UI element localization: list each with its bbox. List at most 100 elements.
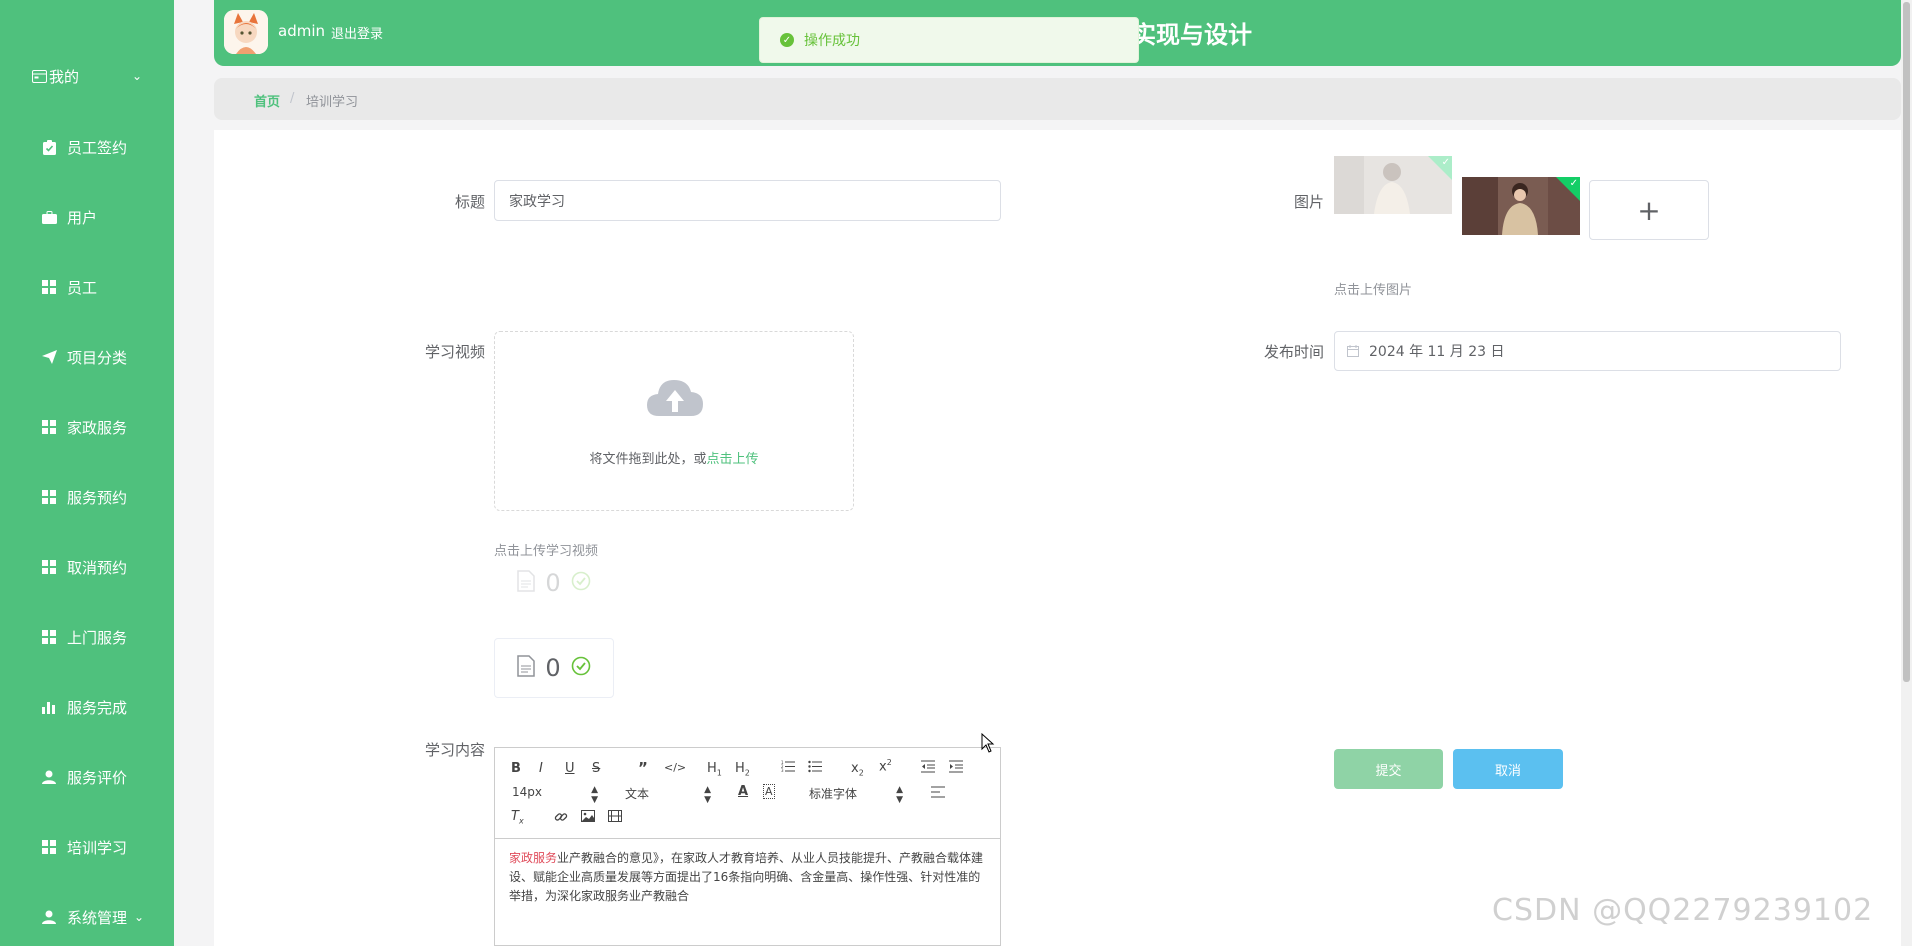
sidebar-item-service-complete[interactable]: 服务完成 — [0, 687, 174, 727]
sidebar-item-label: 员工签约 — [67, 138, 128, 157]
font-color-icon[interactable]: A — [738, 784, 748, 799]
check-circle-icon: ✓ — [780, 33, 794, 47]
heading-2-icon[interactable]: H2 — [735, 761, 750, 778]
video-icon[interactable] — [608, 810, 622, 826]
updown-icon: ▲ ▼ — [896, 785, 903, 805]
sidebar-item-employees[interactable]: 员工 — [0, 267, 174, 307]
subscript-icon[interactable]: x2 — [851, 761, 864, 778]
image-thumbnail-dragging[interactable]: ✓ — [1334, 156, 1452, 214]
image-upload-hint: 点击上传图片 — [1334, 283, 1413, 298]
sidebar-item-label: 服务完成 — [67, 698, 128, 717]
strikethrough-icon[interactable]: S — [592, 761, 600, 776]
check-circle-icon — [571, 656, 591, 680]
indent-icon[interactable] — [949, 760, 963, 777]
sidebar-item-service-review[interactable]: 服务评价 — [0, 757, 174, 797]
logout-link[interactable]: 退出登录 — [331, 23, 383, 42]
sidebar-item-label: 项目分类 — [67, 348, 128, 367]
block-type-select[interactable]: 文本 ▲ ▼ — [625, 785, 711, 805]
submit-button-label: 提交 — [1375, 763, 1402, 779]
sidebar-item-project-category[interactable]: 项目分类 — [0, 337, 174, 377]
calendar-icon — [1347, 345, 1359, 357]
page-title: 实现与设计 — [1132, 21, 1252, 49]
publish-date-picker[interactable]: 2024 年 11 月 23 日 — [1334, 331, 1841, 371]
editor-text: 业产教融合的意见》，在家政人才教育培养、从业人员技能提升、产教融合载体建设、赋能… — [509, 851, 984, 903]
title-input[interactable]: 家政学习 — [494, 180, 1001, 221]
sidebar-item-home-service[interactable]: 上门服务 — [0, 617, 174, 657]
font-size-value: 14px — [512, 785, 542, 799]
sidebar-item-label: 我的 — [49, 67, 80, 86]
underline-icon[interactable]: U — [565, 761, 575, 776]
sidebar-item-staff-contract[interactable]: 员工签约 — [0, 127, 174, 167]
username: admin — [278, 22, 325, 40]
updown-icon: ▲ ▼ — [704, 785, 711, 805]
code-icon[interactable]: </> — [664, 761, 686, 774]
wallet-icon — [30, 69, 48, 83]
title-label: 标题 — [454, 193, 485, 211]
uploaded-file-ghost: 0 — [494, 553, 614, 613]
link-icon[interactable] — [554, 810, 568, 828]
upload-instructions: 将文件拖到此处，或点击上传 — [495, 448, 853, 467]
font-size-select[interactable]: 14px ▲ ▼ — [512, 785, 598, 805]
sidebar-item-label: 用户 — [67, 208, 98, 227]
check-circle-icon — [571, 571, 591, 595]
editor-toolbar: B I U S ” </> H1 H2 123 x2 x2 14px ▲ ▼ 文本 ▲… — [495, 748, 1000, 839]
editor-content[interactable]: 家政服务业产教融合的意见》，在家政人才教育培养、从业人员技能提升、产教融合载体建… — [495, 839, 1000, 916]
cancel-button[interactable]: 取消 — [1453, 749, 1563, 789]
user-icon — [40, 910, 58, 924]
plus-icon: + — [1637, 193, 1661, 227]
image-thumbnail[interactable]: ✓ — [1462, 177, 1580, 235]
user-icon — [40, 770, 58, 784]
click-upload-link[interactable]: 点击上传 — [707, 452, 759, 467]
check-icon: ✓ — [1441, 157, 1450, 168]
bullet-list-icon[interactable] — [808, 760, 822, 777]
sidebar-item-users[interactable]: 用户 — [0, 197, 174, 237]
italic-icon[interactable]: I — [539, 761, 543, 776]
watermark: CSDN @QQ2279239102 — [1492, 893, 1874, 928]
sidebar-item-training[interactable]: 培训学习 — [0, 827, 174, 867]
avatar[interactable] — [224, 10, 268, 54]
file-icon — [517, 655, 536, 681]
image-icon[interactable] — [581, 810, 595, 826]
sidebar-item-cancel-booking[interactable]: 取消预约 — [0, 547, 174, 587]
mouse-cursor-icon — [981, 732, 995, 757]
bold-icon[interactable]: B — [511, 761, 521, 776]
heading-1-icon[interactable]: H1 — [707, 761, 722, 778]
sidebar-item-label: 服务评价 — [67, 768, 128, 787]
scrollbar-thumb[interactable] — [1903, 2, 1910, 682]
blockquote-icon[interactable]: ” — [638, 759, 648, 777]
file-icon — [517, 570, 536, 596]
superscript-icon[interactable]: x2 — [879, 758, 892, 774]
uploaded-file-card[interactable]: 0 — [494, 638, 614, 698]
sidebar-item-system-admin[interactable]: 系统管理 ⌄ — [0, 897, 174, 937]
submit-button[interactable]: 提交 — [1334, 749, 1443, 789]
video-upload-dropzone[interactable]: 将文件拖到此处，或点击上传 — [494, 331, 854, 511]
add-image-button[interactable]: + — [1589, 180, 1709, 240]
sidebar-item-housekeeping[interactable]: 家政服务 — [0, 407, 174, 447]
sidebar-item-label: 员工 — [67, 278, 98, 297]
sidebar-item-label: 家政服务 — [67, 418, 128, 437]
grid-icon — [40, 560, 58, 574]
breadcrumb-separator: / — [290, 91, 295, 106]
upload-text: 将文件拖到此处，或 — [589, 452, 707, 467]
sidebar-item-mine[interactable]: 我的 ⌄ — [0, 56, 174, 96]
sidebar-item-label: 服务预约 — [67, 488, 128, 507]
clear-format-icon[interactable]: Tx — [511, 809, 524, 826]
sidebar-item-label: 上门服务 — [67, 628, 128, 647]
chevron-down-icon: ⌄ — [133, 910, 144, 924]
outdent-icon[interactable] — [921, 760, 935, 777]
background-color-icon[interactable]: A — [763, 784, 775, 799]
sidebar-item-booking[interactable]: 服务预约 — [0, 477, 174, 517]
sidebar-item-label: 系统管理 — [67, 908, 128, 927]
publish-date-value: 2024 年 11 月 23 日 — [1369, 344, 1505, 360]
align-icon[interactable] — [931, 786, 945, 802]
paper-plane-icon — [40, 350, 58, 364]
rich-text-editor[interactable]: B I U S ” </> H1 H2 123 x2 x2 14px ▲ ▼ 文本 ▲… — [494, 747, 1001, 946]
success-toast: ✓ 操作成功 — [759, 17, 1139, 63]
cancel-button-label: 取消 — [1494, 763, 1521, 779]
breadcrumb-home[interactable]: 首页 — [254, 91, 280, 110]
toast-message: 操作成功 — [804, 33, 860, 49]
content-label: 学习内容 — [424, 741, 485, 759]
font-family-select[interactable]: 标准字体 ▲ ▼ — [809, 785, 903, 805]
bar-chart-icon — [40, 700, 58, 714]
ordered-list-icon[interactable]: 123 — [781, 760, 795, 777]
